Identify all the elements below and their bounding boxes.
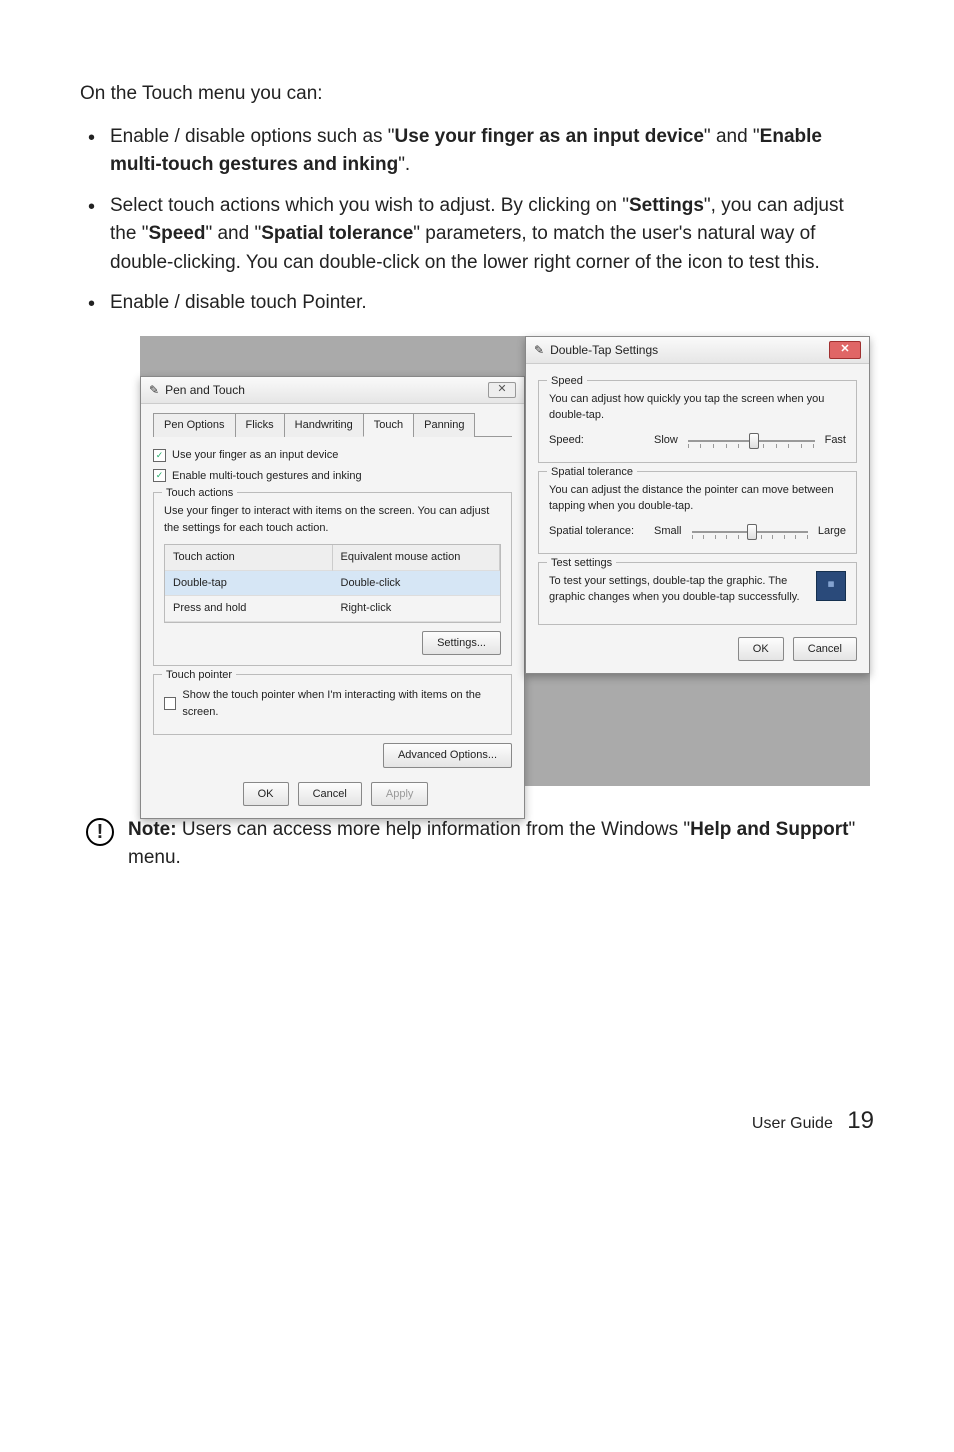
table-row[interactable]: Double-tap Double-click	[165, 571, 500, 597]
close-icon[interactable]: ✕	[829, 341, 861, 359]
advanced-options-button[interactable]: Advanced Options...	[383, 743, 512, 768]
bullet-3: Enable / disable touch Pointer.	[110, 289, 874, 318]
checkbox-icon	[164, 697, 176, 710]
slider-thumb-icon	[747, 524, 757, 540]
slider-max: Large	[818, 523, 846, 540]
info-icon: !	[86, 818, 114, 846]
table-cell: Right-click	[333, 596, 501, 622]
checkbox-icon: ✓	[153, 469, 166, 482]
slider-min: Slow	[654, 432, 678, 449]
tab-handwriting[interactable]: Handwriting	[284, 413, 364, 438]
titlebar: Double-Tap Settings ✕	[526, 337, 869, 364]
touch-actions-table: Touch action Equivalent mouse action Dou…	[164, 544, 501, 623]
group-desc: You can adjust how quickly you tap the s…	[549, 391, 846, 424]
page-footer: User Guide 19	[80, 1103, 874, 1139]
slider-label: Spatial tolerance:	[549, 523, 644, 540]
titlebar: Pen and Touch ✕	[141, 377, 524, 404]
col-header: Equivalent mouse action	[333, 545, 501, 571]
tab-strip: Pen Options Flicks Handwriting Touch Pan…	[153, 412, 512, 438]
cancel-button[interactable]: Cancel	[298, 782, 362, 807]
text: " and "	[704, 126, 760, 147]
screenshot-area: Pen and Touch ✕ Pen Options Flicks Handw…	[140, 336, 870, 786]
tab-touch[interactable]: Touch	[363, 413, 414, 438]
bold-text: Spatial tolerance	[261, 223, 413, 244]
test-target-icon[interactable]: ▦	[816, 571, 846, 601]
checkbox-label: Enable multi-touch gestures and inking	[172, 468, 362, 485]
speed-slider[interactable]	[688, 432, 815, 450]
table-row[interactable]: Press and hold Right-click	[165, 596, 500, 622]
spatial-slider[interactable]	[692, 523, 808, 541]
slider-min: Small	[654, 523, 682, 540]
group-title: Touch pointer	[162, 667, 236, 684]
intro-text: On the Touch menu you can:	[80, 80, 874, 109]
group-title: Speed	[547, 373, 587, 390]
slider-label: Speed:	[549, 432, 644, 449]
pen-icon	[534, 341, 544, 359]
window-title: Double-Tap Settings	[550, 341, 658, 359]
apply-button[interactable]: Apply	[371, 782, 429, 807]
tab-flicks[interactable]: Flicks	[235, 413, 285, 438]
close-icon[interactable]: ✕	[488, 382, 516, 398]
group-desc: You can adjust the distance the pointer …	[549, 482, 846, 515]
footer-label: User Guide	[752, 1115, 833, 1132]
checkbox-use-finger[interactable]: ✓ Use your finger as an input device	[153, 447, 512, 464]
group-test-settings: Test settings To test your settings, dou…	[538, 562, 857, 625]
bold-text: Settings	[629, 195, 704, 216]
group-touch-pointer: Touch pointer Show the touch pointer whe…	[153, 674, 512, 735]
group-desc: To test your settings, double-tap the gr…	[549, 573, 806, 606]
note-text: Users can access more help information f…	[177, 819, 691, 840]
page-number: 19	[847, 1107, 874, 1134]
note-lead: Note:	[128, 819, 177, 840]
slider-thumb-icon	[749, 433, 759, 449]
note-bold: Help and Support	[690, 819, 848, 840]
tab-pen-options[interactable]: Pen Options	[153, 413, 236, 438]
checkbox-multi-touch[interactable]: ✓ Enable multi-touch gestures and inking	[153, 468, 512, 485]
checkbox-touch-pointer[interactable]: Show the touch pointer when I'm interact…	[164, 687, 501, 720]
group-touch-actions: Touch actions Use your finger to interac…	[153, 492, 512, 666]
pen-and-touch-dialog: Pen and Touch ✕ Pen Options Flicks Handw…	[140, 376, 525, 820]
window-title: Pen and Touch	[165, 381, 245, 399]
bullet-list: Enable / disable options such as "Use yo…	[80, 123, 874, 318]
group-speed: Speed You can adjust how quickly you tap…	[538, 380, 857, 463]
table-cell: Press and hold	[165, 596, 333, 622]
text: Select touch actions which you wish to a…	[110, 195, 629, 216]
double-tap-settings-dialog: Double-Tap Settings ✕ Speed You can adju…	[525, 336, 870, 675]
checkbox-label: Use your finger as an input device	[172, 447, 338, 464]
bullet-1: Enable / disable options such as "Use yo…	[110, 123, 874, 180]
tab-panning[interactable]: Panning	[413, 413, 475, 438]
col-header: Touch action	[165, 545, 333, 571]
pen-icon	[149, 381, 159, 399]
slider-max: Fast	[825, 432, 846, 449]
text: ".	[398, 154, 410, 175]
bold-text: Use your finger as an input device	[395, 126, 704, 147]
checkbox-icon: ✓	[153, 449, 166, 462]
bullet-2: Select touch actions which you wish to a…	[110, 192, 874, 278]
note-block: ! Note: Users can access more help infor…	[80, 816, 874, 873]
ok-button[interactable]: OK	[738, 637, 784, 662]
bold-text: Speed	[148, 223, 205, 244]
group-title: Touch actions	[162, 485, 237, 502]
table-cell: Double-click	[333, 571, 501, 597]
group-title: Spatial tolerance	[547, 464, 637, 481]
checkbox-label: Show the touch pointer when I'm interact…	[182, 687, 501, 720]
ok-button[interactable]: OK	[243, 782, 289, 807]
settings-button[interactable]: Settings...	[422, 631, 501, 656]
text: Enable / disable options such as "	[110, 126, 395, 147]
group-desc: Use your finger to interact with items o…	[164, 503, 501, 536]
cancel-button[interactable]: Cancel	[793, 637, 857, 662]
group-title: Test settings	[547, 555, 616, 572]
group-spatial-tolerance: Spatial tolerance You can adjust the dis…	[538, 471, 857, 554]
text: " and "	[205, 223, 261, 244]
table-cell: Double-tap	[165, 571, 333, 597]
